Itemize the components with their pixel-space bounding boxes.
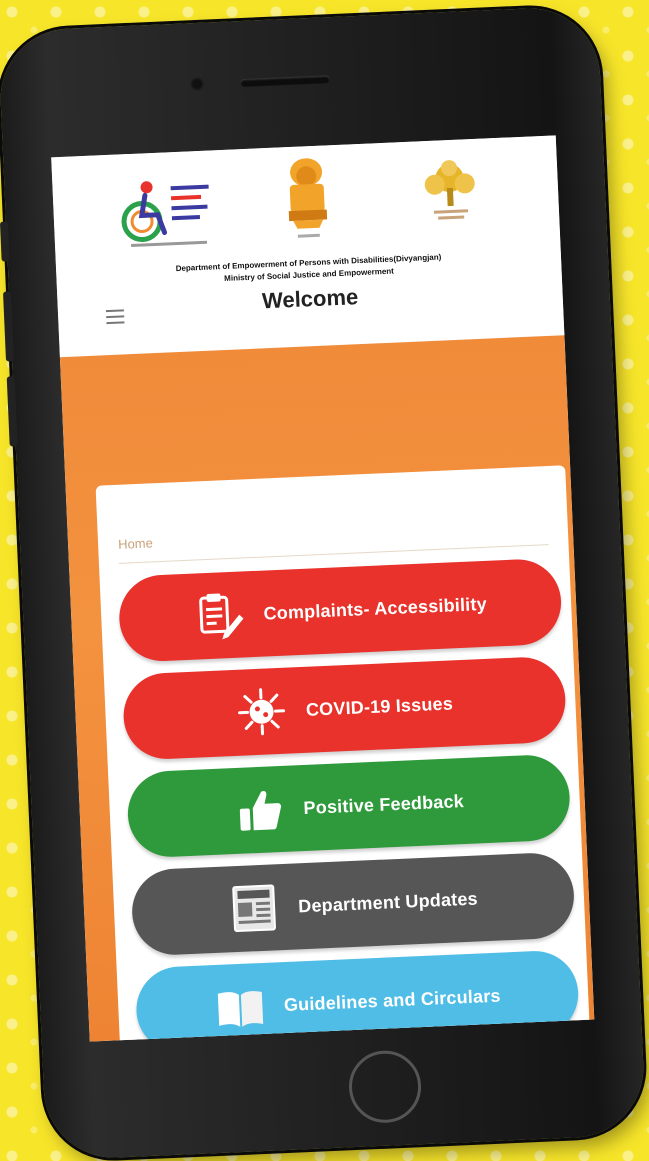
thumbs-up-icon (232, 783, 286, 837)
virus-icon (235, 685, 289, 739)
national-emblem-logo (276, 153, 338, 243)
guidelines-and-circulars-button[interactable]: Guidelines and Circulars (135, 949, 580, 1041)
guidelines-and-circulars-label: Guidelines and Circulars (283, 985, 501, 1015)
positive-feedback-button[interactable]: Positive Feedback (126, 753, 571, 858)
complaints-accessibility-button[interactable]: Complaints- Accessibility (118, 558, 563, 663)
app-screen: Department of Empowerment of Persons wit… (51, 135, 594, 1041)
phone-frame: Department of Empowerment of Persons wit… (0, 5, 646, 1160)
covid-19-issues-label: COVID-19 Issues (306, 693, 454, 720)
complaints-accessibility-label: Complaints- Accessibility (263, 593, 487, 624)
ministry-tree-logo (414, 157, 487, 226)
home-button[interactable] (347, 1049, 422, 1124)
covid-19-issues-button[interactable]: COVID-19 Issues (122, 656, 567, 761)
front-camera (190, 77, 205, 92)
mute-switch (0, 221, 10, 261)
breadcrumb[interactable]: Home (118, 535, 153, 551)
app-header: Department of Empowerment of Persons wit… (51, 135, 564, 357)
earpiece-speaker (240, 75, 330, 87)
main-card: Home Complaints- Accessibility (96, 465, 590, 1041)
positive-feedback-label: Positive Feedback (303, 791, 464, 819)
clipboard-pen-icon (193, 588, 247, 642)
department-updates-label: Department Updates (298, 888, 478, 917)
accessible-india-logo (110, 170, 223, 253)
open-book-icon (213, 980, 267, 1034)
newspaper-icon (227, 881, 281, 935)
smartphone: Department of Empowerment of Persons wit… (0, 5, 646, 1160)
volume-up-button (3, 291, 14, 361)
volume-down-button (7, 376, 18, 446)
department-updates-button[interactable]: Department Updates (130, 851, 575, 956)
